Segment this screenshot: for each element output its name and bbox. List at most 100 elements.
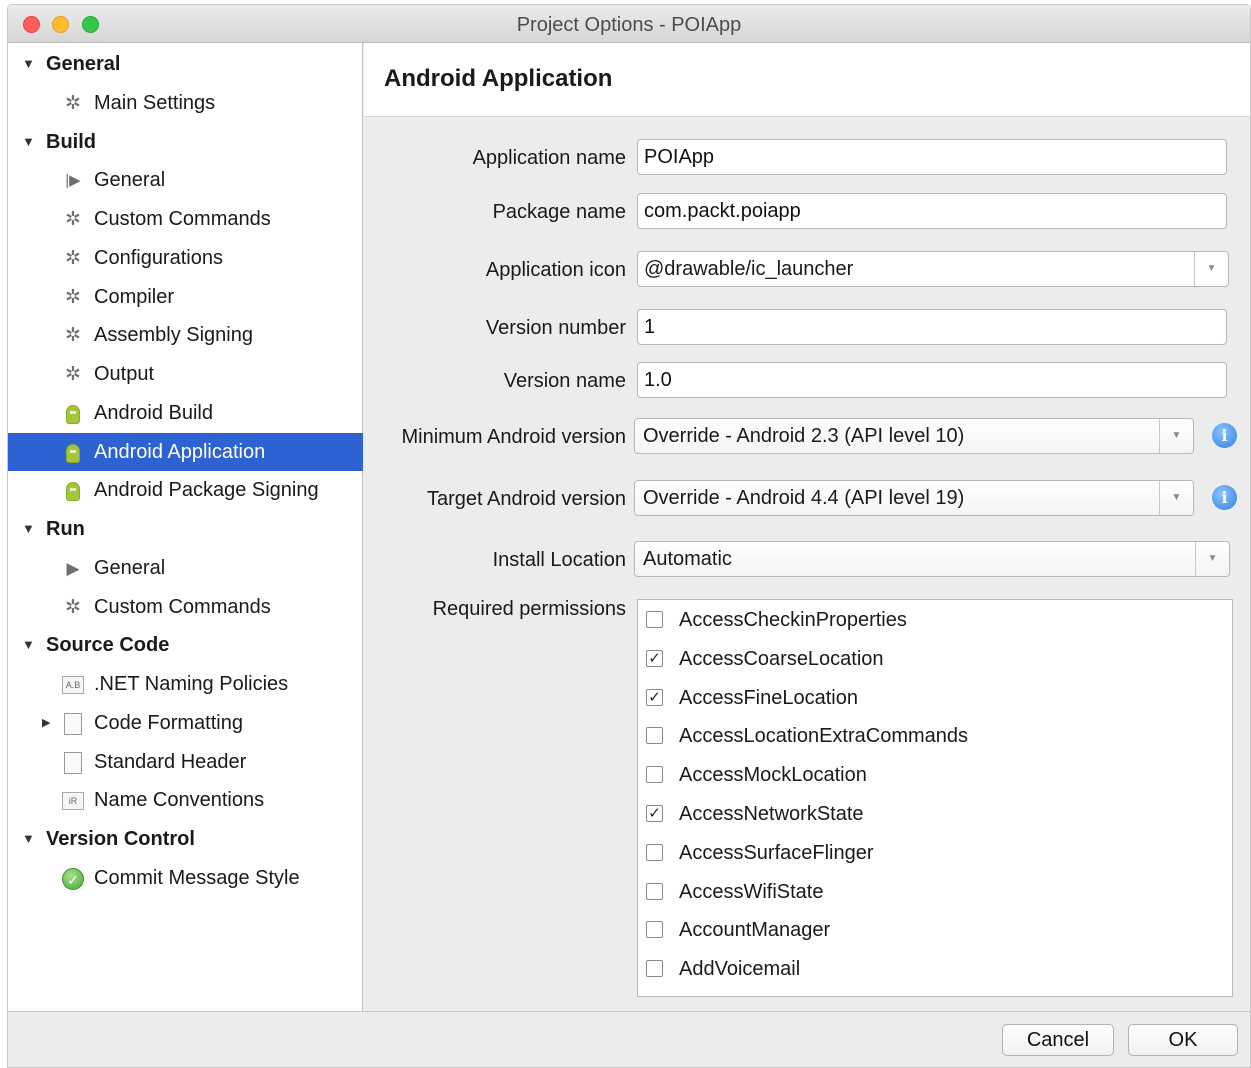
tree-section-label: General xyxy=(46,53,121,75)
permission-checkbox[interactable] xyxy=(646,766,663,783)
permissions-list[interactable]: AccessCheckinProperties ✓ AccessCoarseLoca… xyxy=(637,599,1233,997)
min-android-info-icon[interactable]: i xyxy=(1212,423,1237,448)
version-number-label: Version number xyxy=(485,317,626,339)
app-name-label: Application name xyxy=(472,147,626,169)
permission-checkbox[interactable] xyxy=(646,844,663,861)
permission-checkbox[interactable] xyxy=(646,883,663,900)
cancel-button[interactable]: Cancel xyxy=(1002,1024,1114,1056)
tree-section-build[interactable]: ▼ Build xyxy=(8,123,363,161)
permission-checkbox[interactable] xyxy=(646,611,663,628)
sidebar-item-custom-commands[interactable]: ✲ Custom Commands xyxy=(8,588,363,626)
gear-icon: ✲ xyxy=(65,93,81,114)
document-icon xyxy=(62,752,84,774)
app-icon-value: @drawable/ic_launcher xyxy=(644,258,854,280)
android-robot-shape xyxy=(66,443,80,463)
tree-section-source-code[interactable]: ▼ Source Code xyxy=(8,626,363,664)
sidebar-item-main-settings[interactable]: ✲ Main Settings xyxy=(8,84,363,122)
chevron-down-icon[interactable]: ▼ xyxy=(1159,419,1193,453)
version-name-input[interactable] xyxy=(637,362,1227,398)
window-title: Project Options - POIApp xyxy=(516,14,742,36)
disclosure-triangle-icon[interactable]: ▼ xyxy=(22,626,35,664)
app-name-input[interactable] xyxy=(637,139,1227,175)
permission-label: AccessSurfaceFlinger xyxy=(679,842,874,864)
options-tree: ▼ General ✲ Main Settings ▼ Build |▶ General ✲ Cu… xyxy=(8,43,363,1011)
play-icon: ▶ xyxy=(66,559,80,578)
sidebar-item-label: Main Settings xyxy=(94,92,216,114)
chevron-down-icon[interactable]: ▼ xyxy=(1194,252,1228,286)
version-number-input[interactable] xyxy=(637,309,1227,345)
android-robot-shape xyxy=(66,404,80,424)
ok-button[interactable]: OK xyxy=(1128,1024,1238,1056)
sidebar-item-assembly-signing[interactable]: ✲ Assembly Signing xyxy=(8,316,363,354)
permission-label: AccessNetworkState xyxy=(679,803,864,825)
permission-label: AccountManager xyxy=(679,919,831,941)
sidebar-item-net-naming-policies[interactable]: A.B .NET Naming Policies xyxy=(8,665,363,703)
green-check-shape: ✓ xyxy=(62,868,84,890)
disclosure-triangle-icon[interactable]: ▼ xyxy=(22,45,35,83)
sidebar-item-general[interactable]: ▶ General xyxy=(8,549,363,587)
package-name-input[interactable] xyxy=(637,193,1227,229)
sidebar-item-label: General xyxy=(94,169,166,191)
document-shape xyxy=(64,752,82,774)
sidebar-item-label: Android Application xyxy=(94,441,266,463)
sidebar-item-custom-commands[interactable]: ✲ Custom Commands xyxy=(8,200,363,238)
sidebar-item-standard-header[interactable]: Standard Header xyxy=(8,743,363,781)
sidebar-item-android-package-signing[interactable]: Android Package Signing xyxy=(8,471,363,509)
disclosure-triangle-icon[interactable]: ▼ xyxy=(22,820,35,858)
gear-icon: ✲ xyxy=(65,209,81,230)
tree-section-general[interactable]: ▼ General xyxy=(8,45,363,83)
name-convention-icon: iR xyxy=(62,790,84,812)
sidebar-item-label: Commit Message Style xyxy=(94,867,300,889)
permission-checkbox[interactable]: ✓ xyxy=(646,650,663,667)
sidebar-item-compiler[interactable]: ✲ Compiler xyxy=(8,278,363,316)
target-android-info-icon[interactable]: i xyxy=(1212,485,1237,510)
app-icon-combobox[interactable]: @drawable/ic_launcher ▼ xyxy=(637,251,1229,287)
gear-icon: ✲ xyxy=(65,248,81,269)
sidebar-item-label: Android Build xyxy=(94,402,213,424)
sidebar-item-label: Custom Commands xyxy=(94,596,271,618)
disclosure-triangle-icon[interactable]: ▶ xyxy=(42,704,50,742)
page-header: Android Application xyxy=(364,43,1250,117)
sidebar-item-code-formatting[interactable]: ▶ Code Formatting xyxy=(8,704,363,742)
sidebar-item-android-application[interactable]: Android Application xyxy=(8,433,363,471)
sidebar-item-label: Compiler xyxy=(94,286,175,308)
app-icon-label: Application icon xyxy=(485,259,626,281)
install-location-value: Automatic xyxy=(643,548,732,570)
sidebar-item-android-build[interactable]: Android Build xyxy=(8,394,363,432)
disclosure-triangle-icon[interactable]: ▼ xyxy=(22,123,35,161)
chevron-down-icon[interactable]: ▼ xyxy=(1195,542,1229,576)
sidebar-item-general[interactable]: |▶ General xyxy=(8,161,363,199)
tree-section-label: Build xyxy=(46,131,96,153)
sidebar-item-output[interactable]: ✲ Output xyxy=(8,355,363,393)
disclosure-triangle-icon[interactable]: ▼ xyxy=(22,510,35,548)
naming-policy-icon: A.B xyxy=(62,674,84,696)
sidebar-item-label: .NET Naming Policies xyxy=(94,673,289,695)
sidebar-item-label: Output xyxy=(94,363,155,385)
chevron-down-icon[interactable]: ▼ xyxy=(1159,481,1193,515)
document-shape xyxy=(64,713,82,735)
gear-icon: ✲ xyxy=(65,325,81,346)
permission-label: AccessCheckinProperties xyxy=(679,609,907,631)
target-android-select[interactable]: Override - Android 4.4 (API level 19) ▼ xyxy=(634,480,1194,516)
permission-checkbox[interactable]: ✓ xyxy=(646,689,663,706)
tree-section-label: Version Control xyxy=(46,828,195,850)
sidebar-item-label: Custom Commands xyxy=(94,208,271,230)
version-name-label: Version name xyxy=(503,370,626,392)
permission-label: AccessMockLocation xyxy=(679,764,867,786)
tree-section-run[interactable]: ▼ Run xyxy=(8,510,363,548)
permission-checkbox[interactable] xyxy=(646,921,663,938)
page-title: Android Application xyxy=(384,65,613,92)
sidebar-item-configurations[interactable]: ✲ Configurations xyxy=(8,239,363,277)
install-location-select[interactable]: Automatic ▼ xyxy=(634,541,1230,577)
min-android-select[interactable]: Override - Android 2.3 (API level 10) ▼ xyxy=(634,418,1194,454)
package-name-label: Package name xyxy=(492,201,626,223)
permission-checkbox[interactable]: ✓ xyxy=(646,805,663,822)
permission-checkbox[interactable] xyxy=(646,727,663,744)
target-android-value: Override - Android 4.4 (API level 19) xyxy=(643,487,965,509)
permission-label: AccessFineLocation xyxy=(679,687,858,709)
name-convention-icon-glyph: iR xyxy=(62,792,84,810)
sidebar-item-name-conventions[interactable]: iR Name Conventions xyxy=(8,781,363,819)
sidebar-item-commit-message-style[interactable]: ✓ Commit Message Style xyxy=(8,859,363,897)
tree-section-version-control[interactable]: ▼ Version Control xyxy=(8,820,363,858)
permission-checkbox[interactable] xyxy=(646,960,663,977)
